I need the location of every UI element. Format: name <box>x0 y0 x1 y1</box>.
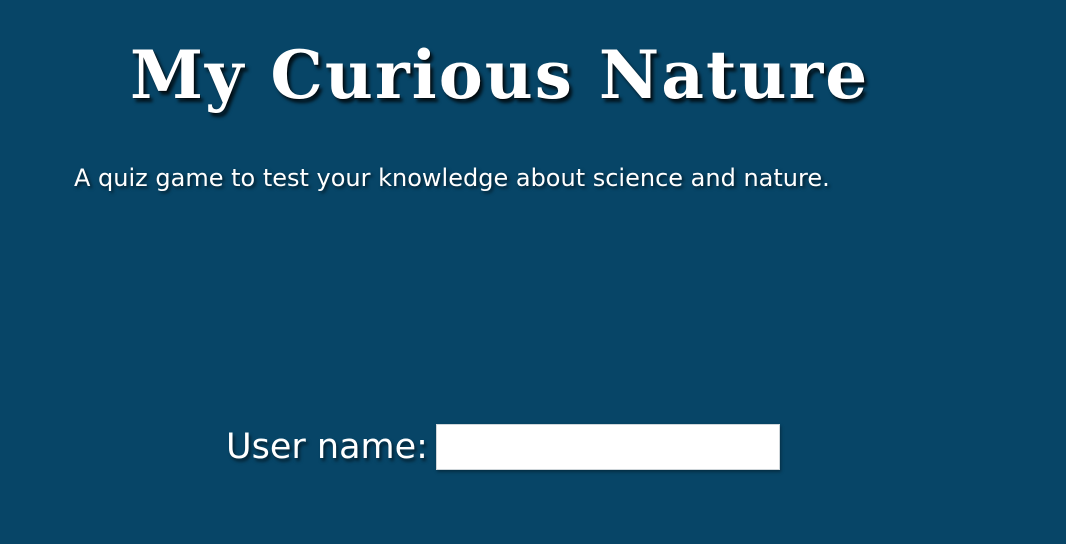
page-title: My Curious Nature <box>130 36 870 114</box>
username-form: User name: <box>226 424 780 470</box>
username-input[interactable] <box>435 424 780 470</box>
page-subtitle: A quiz game to test your knowledge about… <box>74 164 830 192</box>
username-label: User name: <box>226 426 428 467</box>
